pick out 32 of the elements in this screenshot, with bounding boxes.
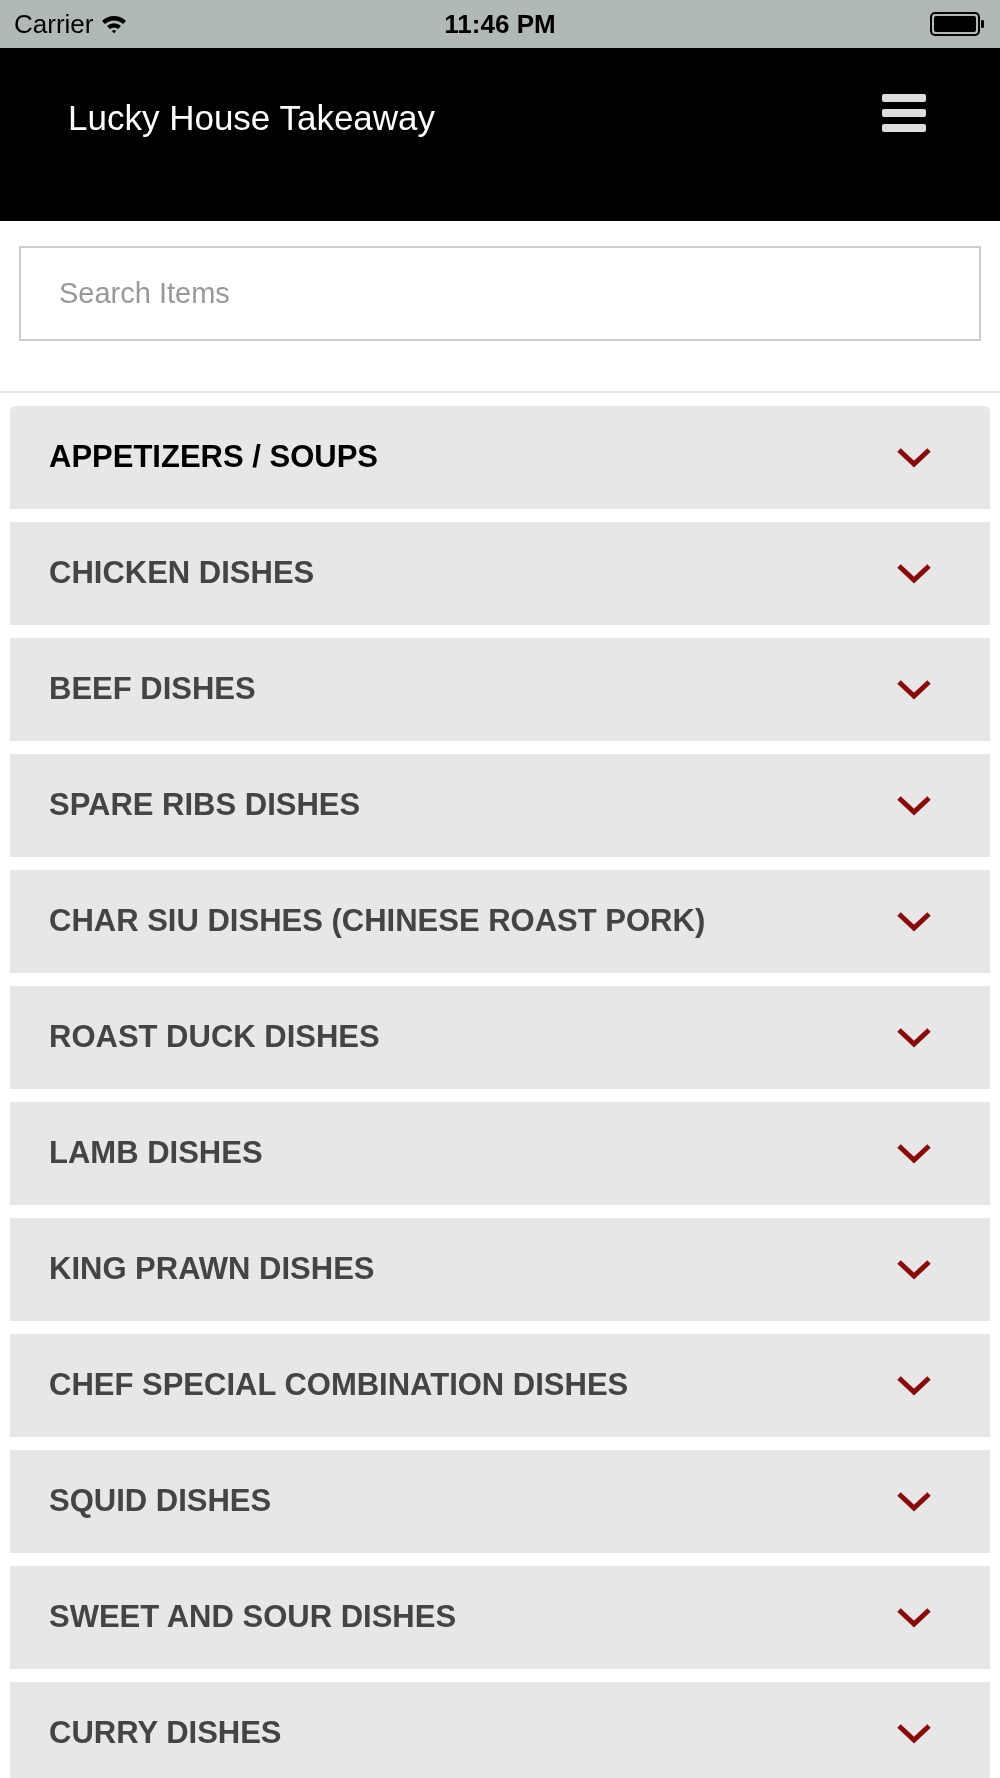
category-row[interactable]: CURRY DISHES: [10, 1682, 990, 1778]
chevron-down-icon: [896, 1142, 932, 1165]
chevron-down-icon: [896, 1722, 932, 1745]
search-field[interactable]: Search Items: [19, 246, 981, 341]
category-row[interactable]: CHICKEN DISHES: [10, 522, 990, 625]
chevron-down-icon: [896, 1606, 932, 1629]
category-row[interactable]: APPETIZERS / SOUPS: [10, 406, 990, 509]
wifi-icon: [101, 14, 128, 34]
menu-button[interactable]: [882, 94, 926, 132]
chevron-down-icon: [896, 1490, 932, 1513]
clock-label: 11:46 PM: [444, 7, 556, 41]
chevron-down-icon: [896, 1026, 932, 1049]
category-row[interactable]: SQUID DISHES: [10, 1450, 990, 1553]
menu-icon: [882, 94, 926, 132]
chevron-down-icon: [896, 562, 932, 585]
chevron-down-icon: [896, 910, 932, 933]
category-row[interactable]: ROAST DUCK DISHES: [10, 986, 990, 1089]
chevron-down-icon: [896, 794, 932, 817]
chevron-down-icon: [896, 446, 932, 469]
chevron-down-icon: [896, 1258, 932, 1281]
carrier-label: Carrier: [14, 7, 94, 41]
chevron-down-icon: [896, 678, 932, 701]
category-row[interactable]: CHAR SIU DISHES (CHINESE ROAST PORK): [10, 870, 990, 973]
category-row[interactable]: LAMB DISHES: [10, 1102, 990, 1205]
category-row[interactable]: KING PRAWN DISHES: [10, 1218, 990, 1321]
restaurant-title: Lucky House Takeaway: [68, 97, 436, 139]
category-row[interactable]: SWEET AND SOUR DISHES: [10, 1566, 990, 1669]
category-row[interactable]: CHEF SPECIAL COMBINATION DISHES: [10, 1334, 990, 1437]
chevron-down-icon: [896, 1374, 932, 1397]
category-row[interactable]: BEEF DISHES: [10, 638, 990, 741]
category-row[interactable]: SPARE RIBS DISHES: [10, 754, 990, 857]
battery-icon: [930, 12, 986, 36]
